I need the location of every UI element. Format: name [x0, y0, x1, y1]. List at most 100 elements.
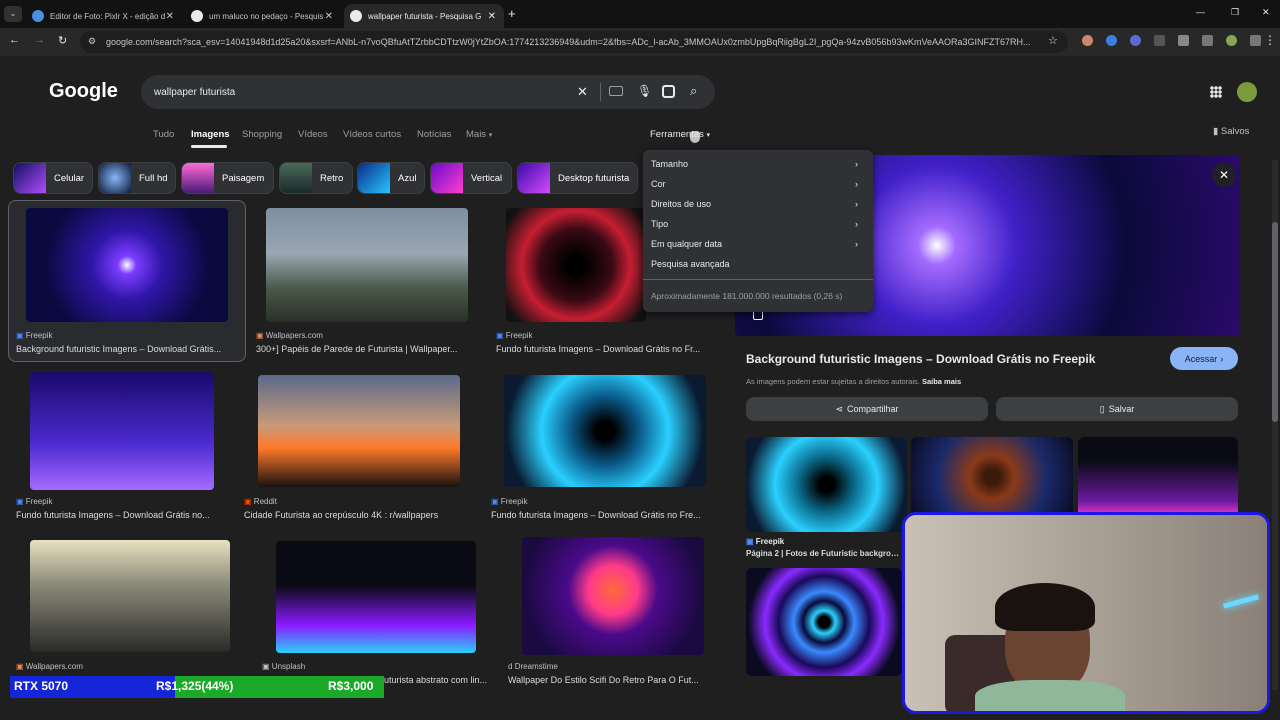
lens-search-icon[interactable]: [662, 85, 675, 98]
result-image[interactable]: [506, 208, 646, 322]
keyboard-icon[interactable]: [609, 86, 623, 96]
result-title[interactable]: Fundo futurista Imagens – Download Gráti…: [16, 510, 228, 520]
account-avatar[interactable]: [1237, 82, 1257, 102]
result-title[interactable]: Fundo futurista Imagens – Download Gráti…: [496, 344, 718, 354]
google-logo[interactable]: Google: [49, 80, 118, 103]
mouse-cursor-icon: [690, 131, 700, 143]
related-image[interactable]: [746, 568, 902, 676]
address-bar[interactable]: ⚙ google.com/search?sca_esv=14041948d1d2…: [80, 31, 1068, 53]
tab-more[interactable]: Mais ▾: [466, 129, 492, 140]
restore-button[interactable]: ❐: [1231, 7, 1239, 18]
clear-search-icon[interactable]: ✕: [577, 84, 588, 100]
result-source[interactable]: d Dreamstime: [508, 662, 558, 671]
result-title[interactable]: uturista abstrato com lin...: [384, 675, 494, 685]
tab-images[interactable]: Imagens: [191, 129, 230, 140]
chip-full-hd[interactable]: Full hd: [98, 162, 176, 194]
back-arrow-icon[interactable]: ←: [9, 34, 20, 46]
tab-videos[interactable]: Vídeos: [298, 129, 328, 140]
chip-vertical[interactable]: Vertical: [430, 162, 512, 194]
close-window-button[interactable]: ✕: [1262, 7, 1270, 18]
menu-item-advanced-search[interactable]: Pesquisa avançada: [651, 259, 730, 269]
preview-title[interactable]: Background futuristic Imagens – Download…: [746, 352, 1095, 366]
bookmark-icon: ▮: [1213, 126, 1219, 137]
site-info-icon[interactable]: ⚙: [88, 36, 96, 47]
chip-paisagem[interactable]: Paisagem: [181, 162, 274, 194]
related-image[interactable]: [911, 437, 1073, 517]
access-button[interactable]: Acessar ›: [1170, 347, 1238, 370]
chevron-right-icon: ›: [855, 179, 858, 189]
freepik-favicon-icon: ▣: [491, 497, 499, 506]
result-image[interactable]: [276, 541, 476, 653]
save-button[interactable]: ▯ Salvar: [996, 397, 1238, 421]
result-image[interactable]: [30, 540, 230, 652]
menu-item-date[interactable]: Em qualquer data ›: [651, 239, 858, 249]
tab-short-videos[interactable]: Vídeos curtos: [343, 129, 401, 140]
menu-item-size[interactable]: Tamanho ›: [651, 159, 858, 169]
chip-retro[interactable]: Retro: [279, 162, 353, 194]
saved-button[interactable]: ▮ Salvos: [1213, 126, 1249, 137]
result-source[interactable]: ▣ Freepik: [496, 331, 532, 340]
result-title[interactable]: Cidade Futurista ao crepúsculo 4K : r/wa…: [244, 510, 476, 520]
result-image[interactable]: [522, 537, 704, 655]
minimize-button[interactable]: —: [1196, 7, 1205, 17]
chevron-right-icon: ›: [855, 239, 858, 249]
chip-celular[interactable]: Celular: [13, 162, 93, 194]
result-title[interactable]: 300+] Papéis de Parede de Futurista | Wa…: [256, 344, 478, 354]
result-title[interactable]: Wallpaper Do Estilo Scifi Do Retro Para …: [508, 675, 720, 685]
related-source[interactable]: ▣ Freepik: [746, 537, 784, 546]
result-source[interactable]: ▣ Reddit: [244, 497, 277, 506]
result-source[interactable]: ▣ Freepik: [16, 331, 52, 340]
result-source[interactable]: ▣ Freepik: [491, 497, 527, 506]
chevron-right-icon: ›: [855, 219, 858, 229]
related-image[interactable]: [1078, 437, 1238, 517]
apps-grid-icon[interactable]: [1210, 86, 1222, 98]
tab-label: wallpaper futurista - Pesquisa G: [368, 11, 482, 21]
search-icon[interactable]: ⌕: [690, 83, 697, 99]
result-title[interactable]: Fundo futurista Imagens – Download Gráti…: [491, 510, 719, 520]
page-scrollbar[interactable]: [1272, 160, 1278, 690]
close-tab-icon[interactable]: ✕: [488, 11, 496, 22]
tab-google-search-active[interactable]: wallpaper futurista - Pesquisa G ✕: [344, 4, 504, 28]
extension-icons[interactable]: [1082, 35, 1261, 46]
tools-button[interactable]: Ferramentas ▾: [650, 129, 710, 140]
result-title[interactable]: Background futuristic Imagens – Download…: [16, 344, 238, 354]
tab-shopping[interactable]: Shopping: [242, 129, 282, 140]
result-image[interactable]: [26, 208, 228, 322]
voice-search-icon[interactable]: 🎙: [637, 84, 652, 98]
search-box[interactable]: wallpaper futurista ✕ 🎙 ⌕: [141, 75, 715, 109]
forward-arrow-icon[interactable]: →: [34, 34, 45, 46]
result-source[interactable]: ▣ Freepik: [16, 497, 52, 506]
close-tab-icon[interactable]: ✕: [325, 11, 333, 22]
related-image[interactable]: [746, 437, 907, 532]
reload-icon[interactable]: ↻: [58, 34, 67, 47]
chip-azul[interactable]: Azul: [357, 162, 425, 194]
close-preview-button[interactable]: ✕: [1212, 163, 1236, 187]
menu-item-color[interactable]: Cor ›: [651, 179, 858, 189]
chip-thumbnail: [14, 163, 46, 193]
menu-item-type[interactable]: Tipo ›: [651, 219, 858, 229]
freepik-favicon-icon: ▣: [16, 331, 24, 340]
result-source[interactable]: ▣ Wallpapers.com: [256, 331, 323, 340]
tab-google-search-1[interactable]: um maluco no pedaço - Pesquis ✕: [185, 4, 341, 28]
chip-desktop-futurista[interactable]: Desktop futurista: [517, 162, 638, 194]
close-tab-icon[interactable]: ✕: [166, 11, 174, 22]
browser-menu-icon[interactable]: ⋮: [1264, 33, 1276, 47]
result-image[interactable]: [504, 375, 706, 487]
tab-search-button[interactable]: ⌄: [4, 6, 22, 22]
result-source[interactable]: ▣ Wallpapers.com: [16, 662, 83, 671]
tab-pixlr[interactable]: Editor de Foto: Pixlr X - edição d ✕: [26, 4, 182, 28]
result-image[interactable]: [258, 375, 460, 487]
tab-all[interactable]: Tudo: [153, 129, 174, 140]
result-image[interactable]: [30, 372, 214, 490]
learn-more-link[interactable]: Saiba mais: [922, 377, 961, 386]
menu-item-usage-rights[interactable]: Direitos de uso ›: [651, 199, 858, 209]
result-source[interactable]: ▣ Unsplash: [262, 662, 305, 671]
bookmark-star-icon[interactable]: ☆: [1048, 34, 1058, 47]
share-button[interactable]: ⋖ Compartilhar: [746, 397, 988, 421]
result-image[interactable]: [266, 208, 468, 322]
new-tab-button[interactable]: +: [508, 6, 516, 21]
search-input[interactable]: wallpaper futurista: [154, 87, 235, 98]
tab-news[interactable]: Notícias: [417, 129, 451, 140]
chip-thumbnail: [358, 163, 390, 193]
related-title[interactable]: Página 2 | Fotos de Futuristic backgroun…: [746, 549, 902, 558]
